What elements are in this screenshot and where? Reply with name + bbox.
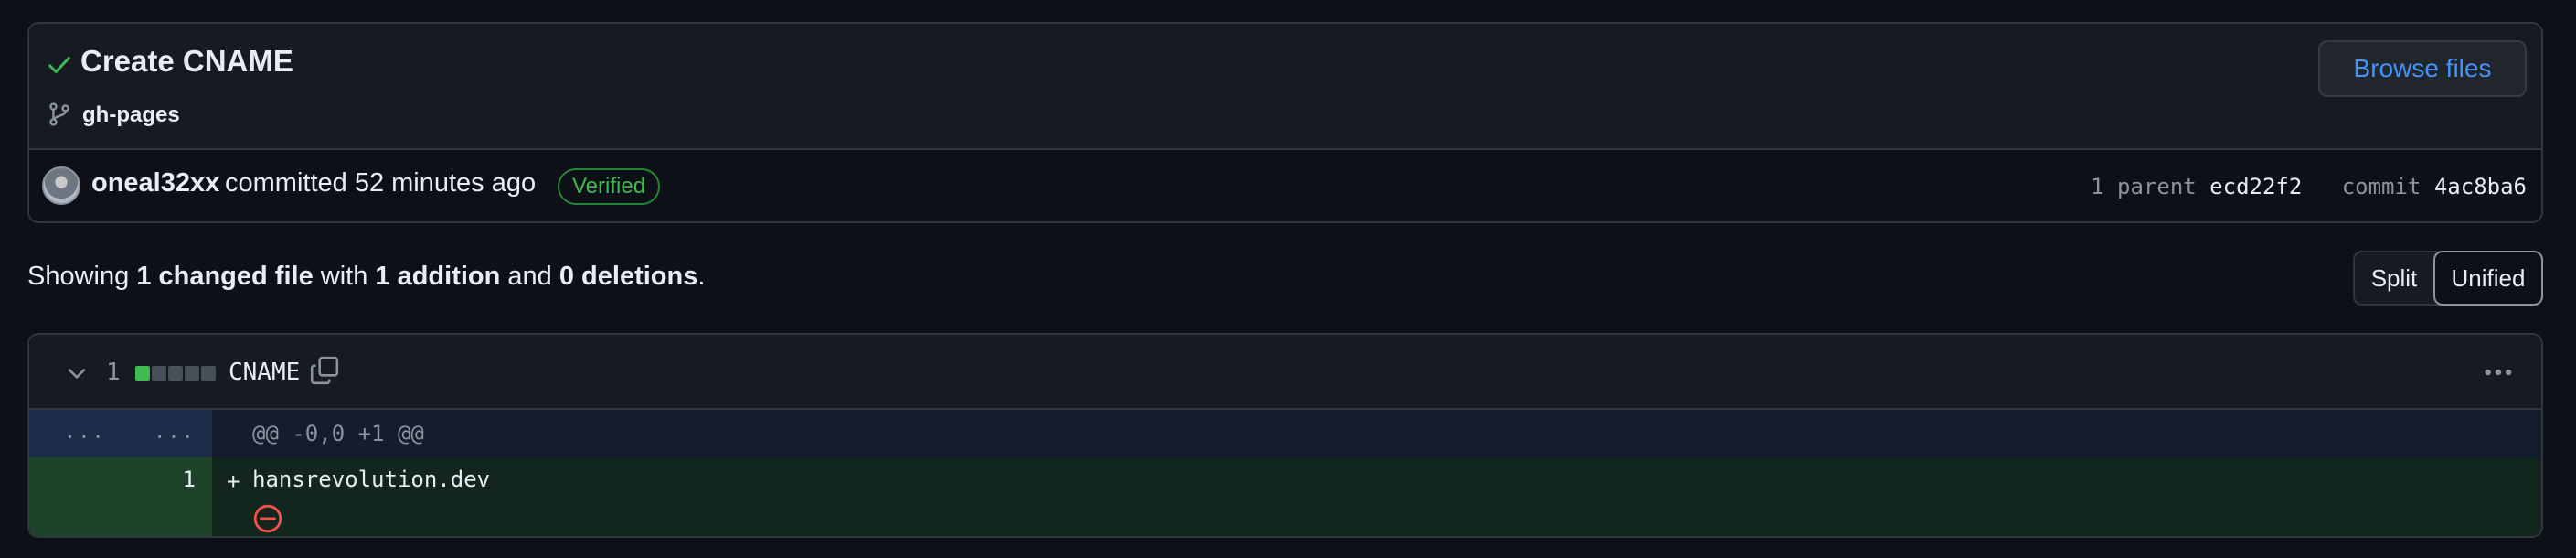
- commit-sha: 4ac8ba6: [2433, 174, 2527, 199]
- hunk-expand-gutter[interactable]: ... ...: [29, 410, 212, 457]
- line-number-gutter: 1: [29, 457, 212, 536]
- commit-title-bar: Create CNAME gh-pages Browse files: [29, 24, 2541, 150]
- kebab-icon[interactable]: [2481, 359, 2516, 386]
- added-line-sign: +: [227, 468, 240, 494]
- summary-additions: 1 addition: [375, 262, 501, 291]
- split-view-button[interactable]: Split: [2355, 252, 2433, 304]
- diff-view-toggle: Split Unified: [2353, 251, 2543, 306]
- diffstat-block-neutral: [201, 366, 216, 381]
- hunk-left-dots: ...: [64, 421, 106, 444]
- unified-view-button[interactable]: Unified: [2433, 251, 2543, 306]
- file-header: 1 CNAME: [29, 335, 2541, 410]
- verified-badge[interactable]: Verified: [558, 168, 661, 205]
- parent-sha-link[interactable]: ecd22f2: [2209, 174, 2302, 199]
- summary-and: and: [507, 262, 552, 291]
- parent-info: 1 parent ecd22f2 commit 4ac8ba6: [2091, 174, 2527, 199]
- diffstat-block-neutral: [185, 366, 199, 381]
- commit-title: Create CNAME: [80, 44, 293, 78]
- code-line: hansrevolution.dev: [252, 467, 491, 492]
- branch-name[interactable]: gh-pages: [82, 102, 180, 128]
- chevron-down-icon[interactable]: [64, 360, 90, 386]
- summary-with: with: [320, 262, 368, 291]
- file-diff: 1 CNAME ... ... @@ -0,0 +1 @@ 1 + hansre…: [27, 333, 2543, 538]
- diffstat-block-neutral: [152, 366, 166, 381]
- summary-deletions: 0 deletions: [559, 262, 698, 291]
- branch-icon: [49, 102, 69, 126]
- diffstat: [135, 366, 216, 381]
- hunk-header: @@ -0,0 +1 @@: [252, 421, 424, 446]
- parent-label: 1 parent: [2091, 174, 2197, 199]
- author-link[interactable]: oneal32xx: [91, 168, 219, 199]
- diff-summary: Showing 1 changed file with 1 addition a…: [27, 262, 705, 292]
- commit-meta: oneal32xx committed 52 minutes ago Verif…: [29, 150, 2541, 221]
- browse-files-button[interactable]: Browse files: [2318, 40, 2527, 97]
- summary-suffix: .: [697, 262, 706, 291]
- commit-header: Create CNAME gh-pages Browse files oneal…: [27, 22, 2543, 223]
- check-icon: [48, 57, 70, 73]
- diffstat-block-added: [135, 366, 150, 381]
- summary-changed: 1 changed file: [136, 262, 314, 291]
- commit-label: commit: [2341, 174, 2422, 199]
- summary-prefix: Showing: [27, 262, 130, 291]
- line-number[interactable]: 1: [183, 467, 196, 492]
- file-change-count: 1: [106, 359, 121, 386]
- diffstat-block-neutral: [168, 366, 183, 381]
- file-name-link[interactable]: CNAME: [229, 359, 300, 386]
- no-newline-icon: [253, 504, 282, 533]
- copy-icon[interactable]: [309, 355, 340, 386]
- commit-time-text: committed 52 minutes ago: [225, 168, 537, 198]
- avatar[interactable]: [42, 166, 80, 205]
- hunk-header-row: ... ... @@ -0,0 +1 @@: [29, 410, 2541, 457]
- hunk-right-dots: ...: [154, 421, 196, 444]
- added-line-row: 1 + hansrevolution.dev: [29, 457, 2541, 536]
